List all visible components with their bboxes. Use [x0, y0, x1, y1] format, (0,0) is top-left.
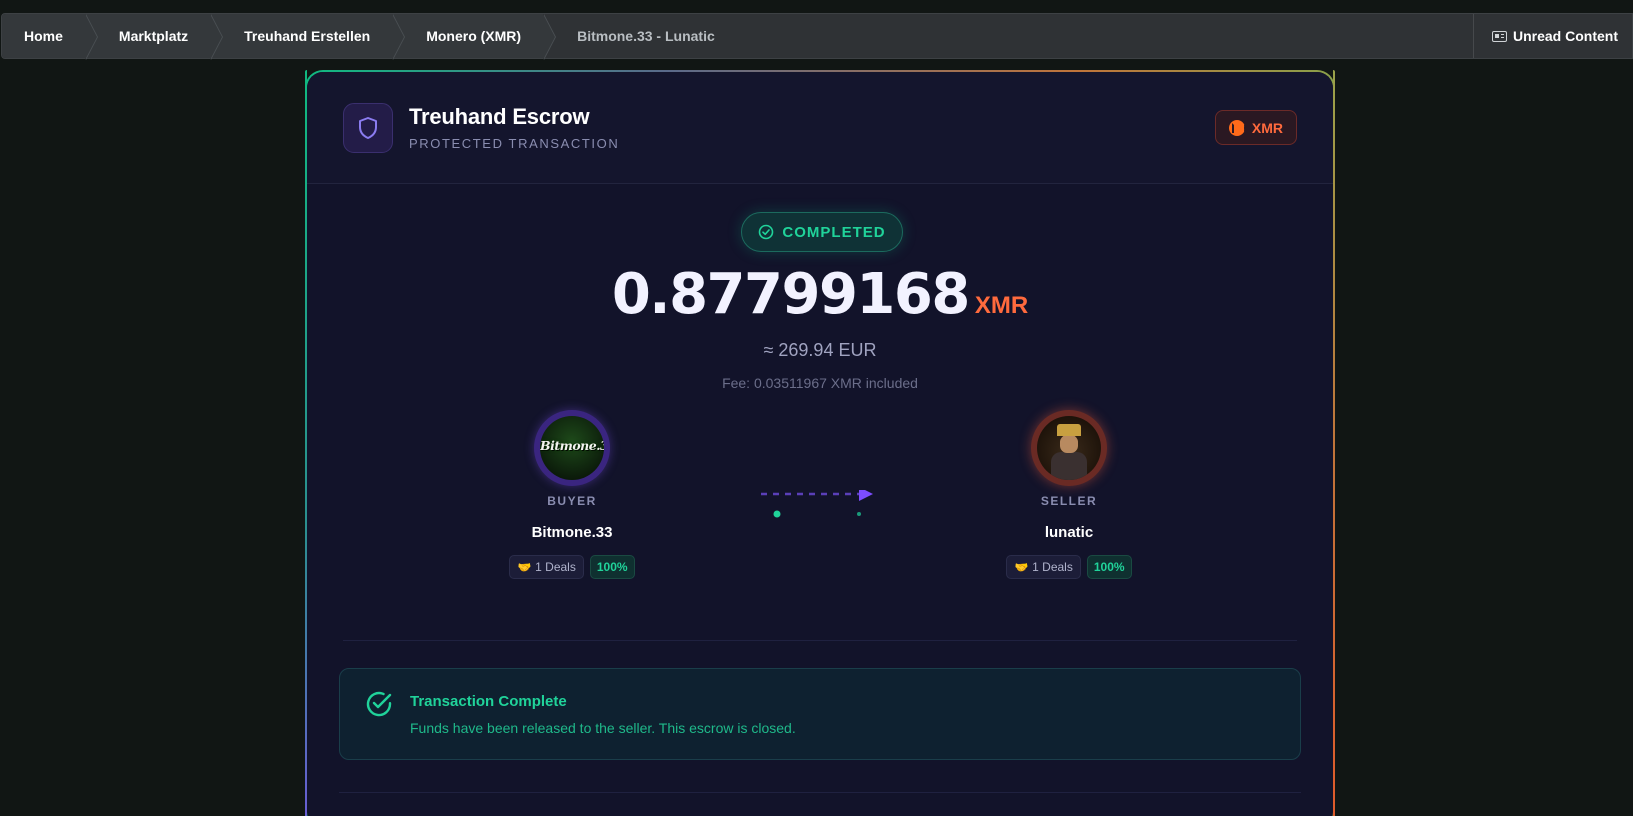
breadcrumb-treuhand-erstellen[interactable]: Treuhand Erstellen	[210, 14, 406, 60]
notice-text: Funds have been released to the seller. …	[410, 720, 796, 736]
divider	[343, 640, 1297, 641]
amount-unit: XMR	[974, 292, 1029, 319]
buyer-deals-badge: 🤝 1 Deals	[509, 555, 584, 579]
currency-badge-label: XMR	[1251, 119, 1283, 136]
buyer-name[interactable]: Bitmone.33	[472, 524, 672, 541]
seller-name[interactable]: lunatic	[969, 524, 1169, 541]
breadcrumb-monero[interactable]: Monero (XMR)	[392, 14, 556, 60]
escrow-card: Treuhand Escrow PROTECTED TRANSACTION XM…	[307, 72, 1333, 816]
seller-panel: SELLER lunatic 🤝 1 Deals 100%	[969, 410, 1169, 579]
shield-icon	[343, 102, 393, 153]
divider	[339, 792, 1301, 793]
buyer-deals: 1 Deals	[535, 560, 576, 574]
seller-deals-badge: 🤝 1 Deals	[1006, 555, 1081, 579]
handshake-icon: 🤝	[517, 561, 532, 574]
unread-content-link[interactable]: Unread Content	[1473, 14, 1632, 58]
breadcrumb-current: Bitmone.33 - Lunatic	[577, 28, 715, 44]
seller-deals: 1 Deals	[1032, 560, 1073, 574]
escrow-card-border: Treuhand Escrow PROTECTED TRANSACTION XM…	[305, 70, 1335, 816]
buyer-avatar-text: Bitmone.33	[540, 438, 604, 453]
escrow-title: Treuhand Escrow	[409, 104, 590, 129]
unread-content-label: Unread Content	[1513, 28, 1618, 44]
fee-note: Fee: 0.03511967 XMR included	[722, 375, 918, 391]
seller-role: SELLER	[1040, 494, 1098, 508]
check-circle-icon	[366, 691, 392, 717]
breadcrumb-spacer	[737, 14, 1473, 58]
seller-stats: 🤝 1 Deals 100%	[969, 555, 1169, 579]
status-badge: COMPLETED	[741, 212, 903, 252]
breadcrumb-home[interactable]: Home	[2, 14, 98, 60]
fiat-value: ≈ 269.94 EUR	[763, 340, 877, 360]
amount-row: 0.87799168 XMR	[307, 262, 1333, 327]
breadcrumb: Home Marktplatz Treuhand Erstellen Moner…	[1, 13, 1633, 60]
handshake-icon: 🤝	[1014, 561, 1029, 574]
breadcrumb-marktplatz[interactable]: Marktplatz	[84, 14, 224, 60]
notice-title: Transaction Complete	[410, 693, 567, 710]
buyer-stats: 🤝 1 Deals 100%	[472, 555, 672, 579]
check-circle-icon	[759, 224, 774, 240]
status-label: COMPLETED	[782, 223, 886, 241]
currency-badge: XMR	[1214, 110, 1297, 145]
newspaper-icon	[1492, 30, 1507, 42]
buyer-role: BUYER	[547, 494, 597, 508]
transaction-complete-notice: Transaction Complete Funds have been rel…	[339, 668, 1301, 760]
buyer-avatar[interactable]: Bitmone.33	[534, 410, 610, 486]
seller-avatar[interactable]	[1031, 410, 1107, 486]
buyer-rating: 100%	[589, 555, 635, 579]
escrow-subtitle: PROTECTED TRANSACTION	[409, 136, 620, 151]
seller-rating: 100%	[1086, 555, 1132, 579]
card-header: Treuhand Escrow PROTECTED TRANSACTION XM…	[307, 72, 1333, 184]
monero-icon	[1228, 119, 1245, 136]
buyer-panel: Bitmone.33 BUYER Bitmone.33 🤝 1 Deals 10…	[472, 410, 672, 579]
amount-value: 0.87799168	[611, 262, 970, 327]
transfer-arrow-icon	[761, 490, 873, 518]
